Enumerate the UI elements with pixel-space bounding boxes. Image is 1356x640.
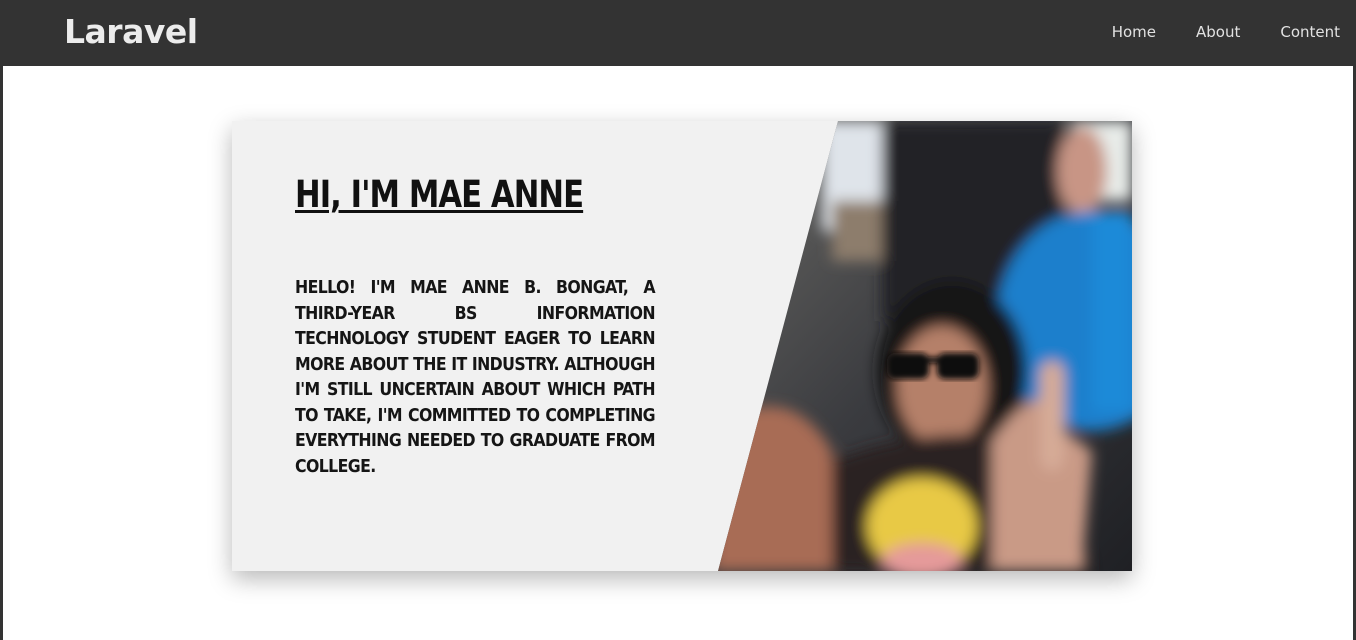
hero-description: Hello! I'm Mae Anne B. Bongat, a third-y… xyxy=(295,278,656,477)
nav-links: Home About Content xyxy=(1072,23,1340,41)
nav-link-about[interactable]: About xyxy=(1196,23,1240,41)
brand-logo[interactable]: Laravel xyxy=(64,12,198,51)
hero-card: Hi, I'm Mae Anne Hello! I'm Mae Anne B. … xyxy=(232,121,1132,571)
hero-title: Hi, I'm Mae Anne xyxy=(295,173,584,216)
navbar: Laravel Home About Content xyxy=(0,0,1356,66)
hero-text: Hi, I'm Mae Anne Hello! I'm Mae Anne B. … xyxy=(295,173,656,480)
nav-link-content[interactable]: Content xyxy=(1280,23,1340,41)
page: Laravel Home About Content HI, I'M MAE A… xyxy=(0,0,1356,640)
nav-link-home[interactable]: Home xyxy=(1112,23,1156,41)
